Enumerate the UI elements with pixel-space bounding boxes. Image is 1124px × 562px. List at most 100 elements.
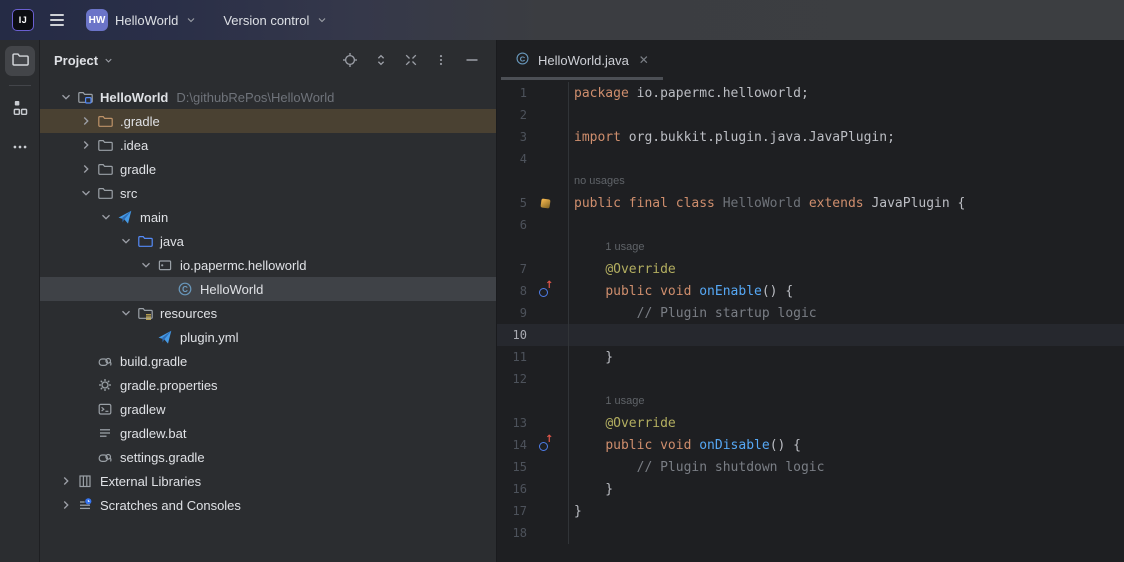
line-number[interactable]: 16: [497, 482, 527, 496]
project-widget[interactable]: HW HelloWorld: [80, 5, 203, 35]
code-editor[interactable]: 1package io.papermc.helloworld; 2 3import …: [497, 80, 1124, 562]
code-line-3[interactable]: 3import org.bukkit.plugin.java.JavaPlugi…: [497, 126, 1124, 148]
code-line-7[interactable]: 7 @Override: [497, 258, 1124, 280]
tree-item-gradlew-bat[interactable]: gradlew.bat: [40, 421, 496, 445]
editor-gutter[interactable]: 2: [497, 104, 568, 126]
code-line-5[interactable]: 5public final class HelloWorld extends J…: [497, 192, 1124, 214]
inlay-hint-row[interactable]: 1 usage: [497, 390, 1124, 412]
tree-item-io-papermc-helloworld[interactable]: io.papermc.helloworld: [40, 253, 496, 277]
tree-item-scratches-and-consoles[interactable]: Scratches and Consoles: [40, 493, 496, 517]
code-line-11[interactable]: 11 }: [497, 346, 1124, 368]
hide-tool-window-button[interactable]: [464, 52, 480, 68]
chevron-down-icon[interactable]: [103, 55, 114, 66]
tree-item-settings-gradle[interactable]: settings.gradle: [40, 445, 496, 469]
tree-item--idea[interactable]: .idea: [40, 133, 496, 157]
tree-item-helloworld[interactable]: HelloWorldD:\githubRePos\HelloWorld: [40, 85, 496, 109]
chevron-down-icon[interactable]: [116, 234, 136, 248]
chevron-right-icon[interactable]: [76, 114, 96, 128]
line-number[interactable]: 7: [497, 262, 527, 276]
editor-gutter[interactable]: 6: [497, 214, 568, 236]
expand-collapse-button[interactable]: [374, 53, 388, 67]
tree-item--gradle[interactable]: .gradle: [40, 109, 496, 133]
collapse-all-button[interactable]: [404, 53, 418, 67]
locate-file-button[interactable]: [342, 52, 358, 68]
editor-gutter[interactable]: 17: [497, 500, 568, 522]
line-number[interactable]: 10: [497, 328, 527, 342]
editor-gutter[interactable]: 14 ↑: [497, 434, 568, 456]
editor-gutter[interactable]: [497, 390, 568, 412]
code-line-8[interactable]: 8↑ public void onEnable() {: [497, 280, 1124, 302]
chevron-right-icon[interactable]: [56, 474, 76, 488]
editor-gutter[interactable]: 16: [497, 478, 568, 500]
editor-gutter[interactable]: 8↑: [497, 280, 568, 302]
line-number[interactable]: 11: [497, 350, 527, 364]
editor-gutter[interactable]: 10: [497, 324, 568, 346]
vcs-widget[interactable]: Version control: [217, 9, 334, 32]
line-number[interactable]: 5: [497, 196, 527, 210]
editor-gutter[interactable]: 5: [497, 192, 568, 214]
editor-gutter[interactable]: 15: [497, 456, 568, 478]
chevron-down-icon[interactable]: [136, 258, 156, 272]
tree-item-resources[interactable]: resources: [40, 301, 496, 325]
line-number[interactable]: 9: [497, 306, 527, 320]
editor-gutter[interactable]: [497, 170, 568, 192]
editor-gutter[interactable]: 7: [497, 258, 568, 280]
chevron-down-icon[interactable]: [96, 210, 116, 224]
usages-inlay-hint[interactable]: no usages: [574, 175, 625, 187]
line-number[interactable]: 3: [497, 130, 527, 144]
tree-item-plugin-yml[interactable]: plugin.yml: [40, 325, 496, 349]
editor-gutter[interactable]: 11: [497, 346, 568, 368]
main-menu-button[interactable]: [48, 12, 66, 28]
code-line-18[interactable]: 18: [497, 522, 1124, 544]
line-number[interactable]: 8: [497, 284, 527, 298]
code-line-9[interactable]: 9 // Plugin startup logic: [497, 302, 1124, 324]
code-line-2[interactable]: 2: [497, 104, 1124, 126]
editor-gutter[interactable]: 13: [497, 412, 568, 434]
project-tool-button[interactable]: [5, 46, 35, 76]
code-line-14[interactable]: 14↑ public void onDisable() {: [497, 434, 1124, 456]
line-number[interactable]: 6: [497, 218, 527, 232]
inlay-hint-row[interactable]: 1 usage: [497, 236, 1124, 258]
usages-inlay-hint[interactable]: 1 usage: [574, 395, 644, 407]
overriding-method-icon[interactable]: ↑: [532, 284, 559, 298]
structure-tool-button[interactable]: [5, 95, 35, 125]
overriding-method-icon[interactable]: ↑: [532, 438, 559, 452]
editor-tab-helloworld-java[interactable]: C HelloWorld.java ✕: [501, 40, 663, 80]
code-line-13[interactable]: 13 @Override: [497, 412, 1124, 434]
close-icon[interactable]: ✕: [637, 52, 651, 68]
options-kebab-button[interactable]: [434, 53, 448, 67]
project-panel-title[interactable]: Project: [54, 53, 98, 68]
line-number[interactable]: 15: [497, 460, 527, 474]
chevron-right-icon[interactable]: [76, 138, 96, 152]
code-line-4[interactable]: 4: [497, 148, 1124, 170]
tree-item-build-gradle[interactable]: build.gradle: [40, 349, 496, 373]
line-number[interactable]: 17: [497, 504, 527, 518]
tree-item-gradlew[interactable]: gradlew: [40, 397, 496, 421]
editor-gutter[interactable]: 9: [497, 302, 568, 324]
inlay-hint-row[interactable]: no usages: [497, 170, 1124, 192]
tree-item-helloworld[interactable]: CHelloWorld: [40, 277, 496, 301]
line-number[interactable]: 13: [497, 416, 527, 430]
tree-item-gradle-properties[interactable]: gradle.properties: [40, 373, 496, 397]
chevron-right-icon[interactable]: [76, 162, 96, 176]
code-line-6[interactable]: 6: [497, 214, 1124, 236]
code-line-1[interactable]: 1package io.papermc.helloworld;: [497, 82, 1124, 104]
editor-gutter[interactable]: 1: [497, 82, 568, 104]
intellij-logo-icon[interactable]: IJ: [12, 9, 34, 31]
tree-item-src[interactable]: src: [40, 181, 496, 205]
line-number[interactable]: 14: [497, 438, 527, 452]
usages-inlay-hint[interactable]: 1 usage: [574, 241, 644, 253]
editor-gutter[interactable]: [497, 236, 568, 258]
tree-item-gradle[interactable]: gradle: [40, 157, 496, 181]
line-number[interactable]: 2: [497, 108, 527, 122]
code-line-15[interactable]: 15 // Plugin shutdown logic: [497, 456, 1124, 478]
line-number[interactable]: 12: [497, 372, 527, 386]
chevron-down-icon[interactable]: [56, 90, 76, 104]
code-line-12[interactable]: 12: [497, 368, 1124, 390]
plugin-class-gutter-icon[interactable]: [532, 199, 559, 208]
chevron-down-icon[interactable]: [116, 306, 136, 320]
more-tool-windows-button[interactable]: [5, 134, 35, 164]
editor-gutter[interactable]: 12: [497, 368, 568, 390]
chevron-down-icon[interactable]: [76, 186, 96, 200]
tree-item-java[interactable]: java: [40, 229, 496, 253]
